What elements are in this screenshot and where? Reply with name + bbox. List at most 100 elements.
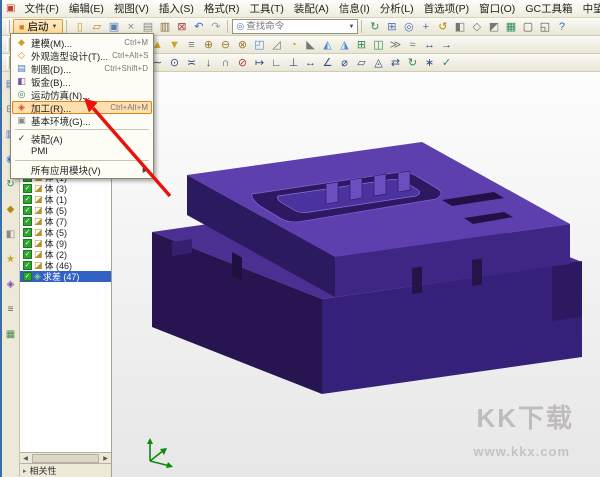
move-face-icon[interactable]: → — [438, 37, 455, 53]
command-finder[interactable]: ◎ ▼ — [232, 19, 359, 34]
materials-icon[interactable]: ◧ — [3, 226, 19, 242]
menu-gc-toolbox[interactable]: GC工具箱 — [520, 0, 577, 17]
menu-information[interactable]: 信息(I) — [334, 0, 375, 17]
menu-view[interactable]: 视图(V) — [109, 0, 154, 17]
quick-trim-icon[interactable]: ⊘ — [234, 55, 251, 71]
checkbox-icon[interactable]: ✓ — [23, 206, 32, 215]
search-dropdown-icon[interactable]: ▼ — [348, 24, 354, 30]
unite-icon[interactable]: ⊕ — [200, 37, 217, 53]
thread-icon[interactable]: ≈ — [404, 37, 421, 53]
subtract-icon[interactable]: ⊖ — [217, 37, 234, 53]
menu-item-sheet-metal[interactable]: ◧ 钣金(B)... — [12, 75, 152, 89]
split-body-icon[interactable]: ◮ — [336, 37, 353, 53]
mirror-feature-icon[interactable]: ◫ — [370, 37, 387, 53]
checkbox-icon[interactable]: ✓ — [23, 239, 32, 248]
paste-icon[interactable]: ▥ — [156, 19, 173, 35]
menu-zw-education[interactable]: 中望教育9sug.com — [578, 0, 600, 17]
rib-icon[interactable]: ≡ — [183, 37, 200, 53]
make-corner-icon[interactable]: ∟ — [268, 55, 285, 71]
fit-view-icon[interactable]: ⊞ — [383, 19, 400, 35]
orient-view-icon[interactable]: ◩ — [485, 19, 502, 35]
maximize-view-icon[interactable]: ◱ — [536, 19, 553, 35]
undo-icon[interactable]: ↶ — [190, 19, 207, 35]
scrollbar-track[interactable] — [32, 453, 99, 463]
menu-edit[interactable]: 编辑(E) — [64, 0, 109, 17]
menu-item-gateway[interactable]: ▣ 基本环境(G)... — [12, 114, 152, 128]
convert-icon[interactable]: ⇄ — [387, 55, 404, 71]
system-scenes-icon[interactable]: ▦ — [3, 326, 19, 342]
pan-icon[interactable]: + — [417, 19, 434, 35]
project-curve-icon[interactable]: ↓ — [200, 55, 217, 71]
checkbox-icon[interactable]: ✓ — [23, 272, 32, 281]
reuse-library-icon[interactable]: ◆ — [3, 201, 19, 217]
angle-dimension-icon[interactable]: ∠ — [319, 55, 336, 71]
checkbox-icon[interactable]: ✓ — [23, 195, 32, 204]
checkbox-icon[interactable]: ✓ — [23, 228, 32, 237]
menu-item-shape-studio[interactable]: ◇ 外观造型设计(T)... Ctrl+Alt+S — [12, 49, 152, 63]
menu-window[interactable]: 窗口(O) — [474, 0, 520, 17]
menu-item-all-applications[interactable]: 所有应用模块(V) ▶ — [12, 163, 152, 177]
shell-icon[interactable]: ◰ — [251, 37, 268, 53]
expand-icon[interactable]: ▸ — [23, 467, 27, 475]
menu-insert[interactable]: 插入(S) — [154, 0, 199, 17]
intersection-curve-icon[interactable]: ∩ — [217, 55, 234, 71]
draft-icon[interactable]: ◿ — [268, 37, 285, 53]
auto-dimension-icon[interactable]: ▱ — [353, 55, 370, 71]
refresh-icon[interactable]: ↻ — [366, 19, 383, 35]
offset-curve-icon[interactable]: ≍ — [183, 55, 200, 71]
menu-item-drafting[interactable]: ▤ 制图(D)... Ctrl+Shift+D — [12, 62, 152, 76]
trim-body-icon[interactable]: ◭ — [319, 37, 336, 53]
checkbox-icon[interactable]: ✓ — [23, 184, 32, 193]
intersect-icon[interactable]: ⊗ — [234, 37, 251, 53]
dependencies-section[interactable]: ▸ 相关性 — [20, 463, 111, 477]
scroll-right-icon[interactable]: ▶ — [100, 455, 111, 462]
menu-analysis[interactable]: 分析(L) — [375, 0, 419, 17]
rotate-view-icon[interactable]: ↺ — [434, 19, 451, 35]
wireframe-display-icon[interactable]: ◇ — [468, 19, 485, 35]
snapshot-icon[interactable]: ▦ — [502, 19, 519, 35]
window-icon[interactable]: ▢ — [519, 19, 536, 35]
menu-item-assemblies[interactable]: ✓ 装配(A) — [12, 132, 152, 146]
menu-item-modeling[interactable]: ◆ 建模(M)... Ctrl+M — [12, 36, 152, 50]
pattern-feature-icon[interactable]: ⊞ — [353, 37, 370, 53]
menu-item-pmi[interactable]: PMI — [12, 145, 152, 158]
navigator-scrollbar[interactable]: ◀ ▶ — [20, 452, 111, 463]
chamfer-icon[interactable]: ◣ — [302, 37, 319, 53]
rapid-dimension-icon[interactable]: ↔ — [302, 55, 319, 71]
pocket-icon[interactable]: ▼ — [166, 37, 183, 53]
offset-face-icon[interactable]: ≫ — [387, 37, 404, 53]
zoom-icon[interactable]: ◎ — [400, 19, 417, 35]
help-cursor-icon[interactable]: ? — [553, 19, 570, 35]
graphics-viewport[interactable]: KK下载 www.kkx.com — [112, 72, 600, 477]
display-constraints-icon[interactable]: ◬ — [370, 55, 387, 71]
manufacturing-wizards-icon[interactable]: ◈ — [3, 276, 19, 292]
menu-tools[interactable]: 工具(T) — [244, 0, 288, 17]
shaded-display-icon[interactable]: ◧ — [451, 19, 468, 35]
search-input[interactable] — [246, 21, 347, 32]
ellipse-icon[interactable]: ⊙ — [166, 55, 183, 71]
toolbar-grip[interactable] — [7, 20, 10, 33]
checkbox-icon[interactable]: ✓ — [23, 261, 32, 270]
redo-icon[interactable]: ↷ — [207, 19, 224, 35]
quick-extend-icon[interactable]: ↦ — [251, 55, 268, 71]
menu-item-motion-simulation[interactable]: ◎ 运动仿真(N)... — [12, 88, 152, 102]
menu-item-manufacturing[interactable]: ◈ 加工(R)... Ctrl+Alt+M — [12, 101, 152, 115]
checkbox-icon[interactable]: ✓ — [23, 250, 32, 259]
tree-item-subtract-47[interactable]: ✓ ◈ 求差 (47) — [20, 271, 111, 282]
geometric-constraints-icon[interactable]: ⊥ — [285, 55, 302, 71]
menu-preferences[interactable]: 首选项(P) — [419, 0, 475, 17]
measure-icon[interactable]: ↔ — [421, 37, 438, 53]
edge-blend-icon[interactable]: ◔ — [285, 37, 302, 53]
menu-file[interactable]: 文件(F) — [19, 0, 63, 17]
scroll-left-icon[interactable]: ◀ — [20, 455, 31, 462]
diameter-dimension-icon[interactable]: ⌀ — [336, 55, 353, 71]
snap-point-icon[interactable]: ∗ — [421, 55, 438, 71]
menu-format[interactable]: 格式(R) — [199, 0, 245, 17]
checkbox-icon[interactable]: ✓ — [23, 217, 32, 226]
menu-assemblies[interactable]: 装配(A) — [289, 0, 334, 17]
roles-icon[interactable]: ≡ — [3, 301, 19, 317]
reattach-icon[interactable]: ↻ — [404, 55, 421, 71]
finish-sketch-icon[interactable]: ✓ — [438, 55, 455, 71]
delete-icon[interactable]: ⊠ — [173, 19, 190, 35]
process-studio-icon[interactable]: ★ — [3, 251, 19, 267]
